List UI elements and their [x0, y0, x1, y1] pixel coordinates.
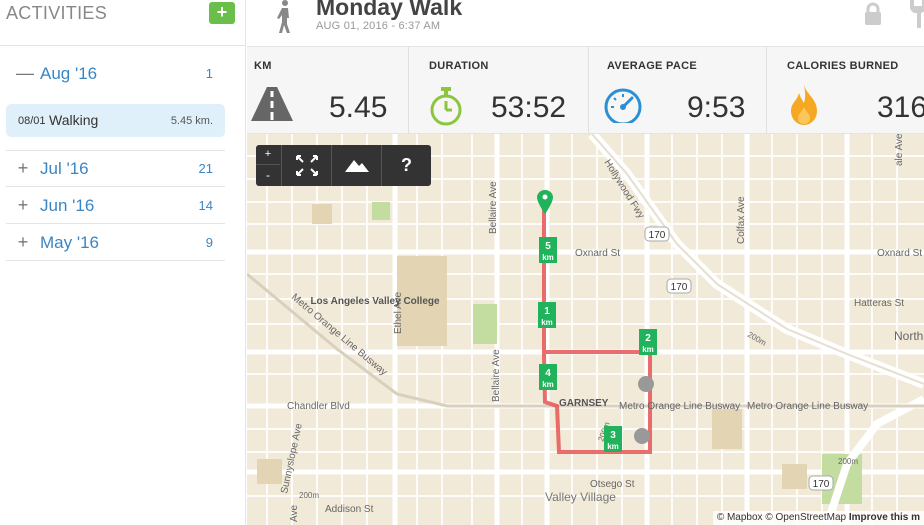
map-canvas: 170 170 170 Bellaire Ave Hollywood Fwy C… [247, 134, 924, 525]
stat-label: DURATION [429, 60, 489, 72]
stat-value: 53:52 [491, 91, 567, 124]
street-label: Metro Orange Line Busway [619, 401, 740, 412]
km-marker-unit: km [542, 253, 554, 262]
street-label: Addison St [325, 504, 374, 515]
activity-distance: 5.45 km. [170, 115, 213, 127]
month-count: 14 [198, 198, 213, 213]
activity-type: Walking [49, 112, 99, 128]
fullscreen-icon [296, 155, 318, 176]
stat-label: KM [254, 60, 272, 72]
street-label: Metro Orange Line Busway [747, 401, 868, 412]
month-count: 9 [205, 235, 213, 250]
stopwatch-icon [430, 87, 462, 126]
place-label: GARNSEY [559, 398, 609, 409]
road-icon [251, 87, 293, 121]
mountain-icon [345, 160, 369, 172]
activity-datetime: AUG 01, 2016 - 6:37 AM [316, 20, 441, 32]
street-label: ale Ave [894, 134, 905, 166]
expand-icon: + [17, 195, 29, 215]
stat-pace: AVERAGE PACE 9:53 [589, 47, 767, 135]
attribution-text: © Mapbox © OpenStreetMap [716, 512, 849, 523]
stat-value: 9:53 [687, 91, 746, 124]
place-label: Los Angeles Valley College [310, 296, 440, 307]
km-marker-number: 1 [544, 306, 550, 317]
sidebar-title: ACTIVITIES [6, 3, 108, 23]
expand-icon: + [17, 232, 29, 252]
street-label: Chandler Blvd [287, 401, 350, 412]
km-marker-number: 4 [545, 368, 551, 379]
improve-map-link[interactable]: Improve this m [849, 512, 920, 523]
highway-shield-label: 170 [813, 479, 830, 490]
map-controls: + - ? [256, 145, 431, 186]
month-label: Jul '16 [40, 159, 89, 178]
km-marker-unit: km [607, 442, 619, 451]
km-marker-number: 5 [545, 241, 551, 252]
fullscreen-button[interactable] [281, 145, 331, 186]
street-label: Bellaire Ave [488, 181, 499, 234]
map-attribution: © Mapbox © OpenStreetMap Improve this m [712, 511, 924, 525]
stat-distance: KM 5.45 [247, 47, 409, 135]
month-count: 21 [198, 161, 213, 176]
km-marker-number: 2 [645, 333, 651, 344]
place-label: North [894, 329, 923, 343]
month-count: 1 [205, 66, 213, 81]
street-label: Ave [289, 505, 300, 522]
activity-header: Monday Walk AUG 01, 2016 - 6:37 AM [247, 0, 924, 46]
month-row-aug[interactable]: — Aug '16 1 [6, 55, 225, 92]
km-marker-unit: km [642, 345, 654, 354]
stat-value: 5.45 [329, 91, 388, 124]
month-label: Aug '16 [40, 64, 98, 83]
stat-label: CALORIES BURNED [787, 60, 899, 72]
month-label: May '16 [40, 233, 99, 252]
flame-icon [791, 85, 817, 125]
highway-shield-label: 170 [671, 282, 688, 293]
month-label: Jun '16 [40, 196, 95, 215]
wrench-icon[interactable] [907, 0, 924, 28]
scale-label: 200m [299, 491, 319, 500]
km-marker-unit: km [542, 380, 554, 389]
street-label: Oxnard St [575, 248, 620, 259]
activity-date: 08/01 [18, 115, 46, 127]
place-label: Valley Village [545, 490, 616, 504]
highway-shield-label: 170 [649, 230, 666, 241]
walking-icon [277, 0, 290, 33]
month-row-jun[interactable]: + Jun '16 14 [6, 187, 225, 224]
lock-icon[interactable] [863, 2, 883, 26]
street-label: Oxnard St [877, 248, 922, 259]
zoom-in-button[interactable]: + [256, 145, 280, 165]
collapse-icon: — [16, 63, 34, 83]
speedometer-icon [604, 88, 642, 123]
month-row-may[interactable]: + May '16 9 [6, 224, 225, 261]
street-label: Hatteras St [854, 298, 904, 309]
km-marker-number: 3 [610, 430, 616, 441]
zoom-out-button[interactable]: - [256, 165, 280, 186]
sidebar-header: ACTIVITIES + [0, 0, 245, 46]
route-map[interactable]: 170 170 170 Bellaire Ave Hollywood Fwy C… [247, 134, 924, 525]
terrain-button[interactable] [331, 145, 381, 186]
stat-calories: CALORIES BURNED 316 [767, 47, 924, 135]
stats-bar: KM 5.45 DURATION 53:52 AVERAGE PACE 9:53 [247, 46, 924, 135]
activity-item-walking[interactable]: 08/01 Walking 5.45 km. [6, 104, 225, 137]
stat-label: AVERAGE PACE [607, 60, 697, 72]
street-label: Colfax Ave [736, 196, 747, 244]
add-activity-button[interactable]: + [209, 2, 235, 24]
km-marker-unit: km [541, 318, 553, 327]
activity-title: Monday Walk [316, 0, 463, 20]
stat-duration: DURATION 53:52 [409, 47, 589, 135]
month-row-jul[interactable]: + Jul '16 21 [6, 150, 225, 187]
stat-value: 316 [877, 91, 924, 124]
street-label: Sunnyslope Ave [279, 422, 305, 495]
activities-sidebar: ACTIVITIES + — Aug '16 1 08/01 Walking 5… [0, 0, 246, 525]
street-label: Otsego St [590, 479, 635, 490]
expand-icon: + [17, 158, 29, 178]
street-label: Bellaire Ave [491, 349, 502, 402]
scale-label: 200m [838, 457, 858, 466]
help-button[interactable]: ? [381, 145, 431, 186]
